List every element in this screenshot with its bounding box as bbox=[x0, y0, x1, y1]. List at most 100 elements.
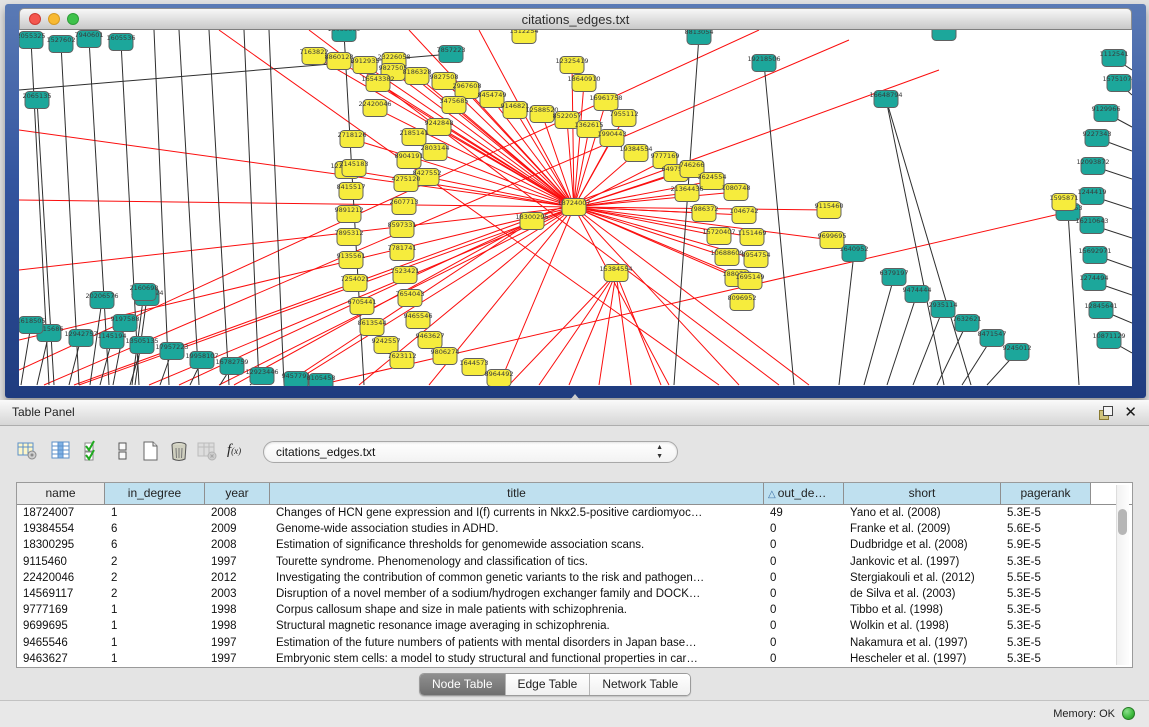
table-cell[interactable]: 2 bbox=[105, 554, 205, 570]
table-cell[interactable]: Estimation of the future numbers of pati… bbox=[270, 635, 764, 651]
table-cell[interactable]: 9699695 bbox=[17, 618, 105, 634]
graph-node[interactable]: 8613544 bbox=[358, 319, 387, 336]
graph-node[interactable]: 19958107 bbox=[185, 352, 218, 369]
graph-node[interactable]: 2185141 bbox=[400, 129, 429, 146]
graph-node[interactable]: 1595871 bbox=[1050, 194, 1079, 211]
table-cell[interactable]: 14569117 bbox=[17, 586, 105, 602]
graph-node[interactable]: 9197588 bbox=[111, 315, 140, 332]
column-header-pagerank[interactable]: pagerank bbox=[1001, 483, 1091, 504]
graph-node[interactable]: 4275120 bbox=[392, 175, 421, 192]
graph-node[interactable]: 9115460 bbox=[815, 202, 844, 219]
table-row[interactable]: 911546021997Tourette syndrome. Phenomeno… bbox=[17, 554, 1132, 570]
graph-node[interactable]: 7940601 bbox=[75, 31, 104, 48]
graph-node[interactable]: 9463627 bbox=[416, 332, 445, 349]
table-cell[interactable]: de Silva et al. (2003) bbox=[844, 586, 1001, 602]
graph-node[interactable]: 2718126 bbox=[338, 131, 367, 148]
graph-node[interactable]: 9129966 bbox=[1092, 105, 1121, 122]
table-selector-dropdown[interactable]: citations_edges.txt ▲▼ bbox=[263, 441, 678, 463]
table-cell[interactable]: 5.3E-5 bbox=[1001, 651, 1091, 667]
table-cell[interactable]: Embryonic stem cells: a model to study s… bbox=[270, 651, 764, 667]
vertical-scrollbar[interactable] bbox=[1116, 485, 1129, 665]
graph-node[interactable]: 9245012 bbox=[1003, 344, 1032, 361]
graph-node[interactable]: 10688609 bbox=[710, 249, 743, 266]
graph-node[interactable]: 21364436 bbox=[670, 185, 703, 202]
table-cell[interactable]: 1 bbox=[105, 618, 205, 634]
table-cell[interactable]: 0 bbox=[764, 554, 844, 570]
graph-node[interactable]: 12325419 bbox=[555, 57, 588, 74]
graph-node[interactable]: 8096952 bbox=[728, 294, 757, 311]
citation-edge-black[interactable] bbox=[764, 63, 794, 385]
tab-network-table[interactable]: Network Table bbox=[590, 674, 690, 695]
tab-node-table[interactable]: Node Table bbox=[420, 674, 506, 695]
table-cell[interactable]: Jankovic et al. (1997) bbox=[844, 554, 1001, 570]
citation-edge-red[interactable] bbox=[616, 273, 661, 385]
graph-node[interactable]: 8597331 bbox=[388, 221, 417, 238]
graph-node[interactable]: 12942757 bbox=[64, 330, 97, 347]
graph-node[interactable]: 9465546 bbox=[404, 312, 433, 329]
graph-node[interactable]: 9699695 bbox=[818, 232, 847, 249]
table-cell[interactable]: 5.9E-5 bbox=[1001, 537, 1091, 553]
graph-node[interactable]: 8912935 bbox=[351, 57, 380, 74]
graph-node[interactable]: 18640910 bbox=[567, 75, 600, 92]
table-cell[interactable]: 5.5E-5 bbox=[1001, 570, 1091, 586]
scrollbar-thumb[interactable] bbox=[1118, 509, 1127, 535]
graph-node[interactable]: 16648794 bbox=[869, 91, 902, 108]
graph-node[interactable]: 19218506 bbox=[747, 55, 780, 72]
table-cell[interactable]: Investigating the contribution of common… bbox=[270, 570, 764, 586]
table-cell[interactable]: 1 bbox=[105, 602, 205, 618]
graph-node[interactable]: 2145183 bbox=[340, 160, 369, 177]
graph-node[interactable]: 1145194 bbox=[98, 332, 127, 349]
table-cell[interactable]: Genome-wide association studies in ADHD. bbox=[270, 521, 764, 537]
graph-node[interactable]: 7857223 bbox=[437, 46, 466, 63]
citation-edge-red[interactable] bbox=[616, 273, 631, 385]
citation-edge-black[interactable] bbox=[886, 99, 944, 385]
graph-node[interactable]: 9891212 bbox=[335, 206, 364, 223]
table-row[interactable]: 2242004622012Investigating the contribut… bbox=[17, 570, 1132, 586]
citation-edge-black[interactable] bbox=[937, 323, 967, 385]
table-cell[interactable]: Structural magnetic resonance image aver… bbox=[270, 618, 764, 634]
citation-edge-red[interactable] bbox=[19, 130, 574, 207]
graph-node[interactable]: 1112541 bbox=[1100, 50, 1129, 67]
graph-node[interactable]: 1585071 bbox=[930, 30, 959, 41]
citation-edge-red[interactable] bbox=[574, 193, 687, 207]
table-cell[interactable]: Nakamura et al. (1997) bbox=[844, 635, 1001, 651]
table-cell[interactable]: 1998 bbox=[205, 602, 270, 618]
table-cell[interactable]: 5.3E-5 bbox=[1001, 618, 1091, 634]
graph-node[interactable]: 1990443 bbox=[598, 130, 627, 147]
graph-node[interactable]: 7254021 bbox=[341, 275, 370, 292]
graph-node[interactable]: 2607713 bbox=[390, 198, 419, 215]
table-cell[interactable]: Tourette syndrome. Phenomenology and cla… bbox=[270, 554, 764, 570]
graph-node[interactable]: 7654043 bbox=[396, 290, 425, 307]
graph-node[interactable]: 8415517 bbox=[337, 183, 366, 200]
citation-edge-black[interactable] bbox=[839, 253, 854, 385]
citation-edge-red[interactable] bbox=[289, 207, 574, 385]
graph-node[interactable]: 7523421 bbox=[391, 267, 420, 284]
graph-node[interactable]: 2160698 bbox=[130, 284, 159, 301]
table-cell[interactable]: 2008 bbox=[205, 537, 270, 553]
graph-node[interactable]: 2803144 bbox=[421, 144, 450, 161]
table-cell[interactable]: 19384554 bbox=[17, 521, 105, 537]
graph-node[interactable]: 16961758 bbox=[589, 94, 622, 111]
graph-node[interactable]: 10871129 bbox=[1092, 332, 1125, 349]
graph-node[interactable]: 7955112 bbox=[610, 110, 639, 127]
graph-node[interactable]: 8964492 bbox=[485, 370, 514, 387]
graph-node[interactable]: 9135561 bbox=[337, 252, 366, 269]
window-titlebar[interactable]: citations_edges.txt bbox=[19, 8, 1132, 30]
table-cell[interactable]: Wolkin et al. (1998) bbox=[844, 618, 1001, 634]
table-cell[interactable]: 18300295 bbox=[17, 537, 105, 553]
graph-node[interactable]: 1605536 bbox=[107, 34, 136, 51]
function-builder-button[interactable]: f(x) bbox=[227, 442, 249, 464]
graph-node[interactable]: 1527602 bbox=[47, 36, 76, 53]
memory-ok-indicator-icon[interactable] bbox=[1122, 707, 1135, 720]
table-cell[interactable]: 6 bbox=[105, 521, 205, 537]
table-cell[interactable]: 5.3E-5 bbox=[1001, 602, 1091, 618]
table-cell[interactable]: 0 bbox=[764, 618, 844, 634]
table-row[interactable]: 946362711997Embryonic stem cells: a mode… bbox=[17, 651, 1132, 667]
table-row[interactable]: 1830029562008Estimation of significance … bbox=[17, 537, 1132, 553]
table-cell[interactable]: 5.6E-5 bbox=[1001, 521, 1091, 537]
graph-node[interactable]: 9242848 bbox=[425, 119, 454, 136]
table-cell[interactable]: 9463627 bbox=[17, 651, 105, 667]
table-row[interactable]: 969969511998Structural magnetic resonanc… bbox=[17, 618, 1132, 634]
table-cell[interactable]: 1 bbox=[105, 635, 205, 651]
network-graph[interactable]: 2055325152760279406011605536160338097857… bbox=[19, 30, 1132, 386]
